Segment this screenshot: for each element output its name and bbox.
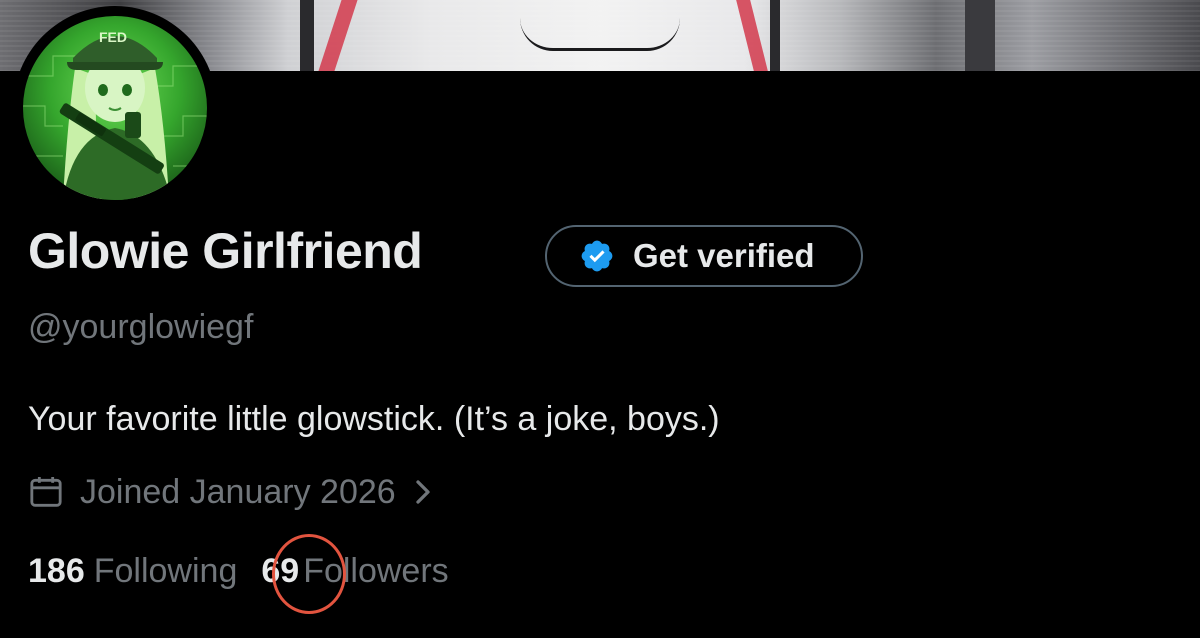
followers-label: Followers — [303, 552, 449, 590]
banner-smile — [520, 18, 680, 51]
following-count: 186 — [28, 552, 85, 590]
joined-date-text: Joined January 2026 — [80, 472, 396, 511]
verified-badge-icon — [581, 240, 613, 272]
avatar-illustration: FED — [23, 29, 207, 200]
banner-glitch-stripe — [318, 0, 358, 71]
calendar-icon — [30, 477, 62, 507]
user-handle: @yourglowiegf — [28, 308, 254, 346]
avatar-cap-text: FED — [99, 29, 127, 45]
joined-date[interactable]: Joined January 2026 — [26, 470, 434, 514]
profile-bio: Your favorite little glowstick. (It’s a … — [28, 400, 720, 438]
avatar[interactable]: FED — [13, 6, 217, 210]
banner-glitch-stripe — [770, 0, 780, 71]
following-label: Following — [93, 552, 238, 590]
followers-count: 69 — [261, 552, 300, 590]
followers-link[interactable]: 69 Followers — [261, 552, 448, 591]
get-verified-label: Get verified — [633, 237, 815, 274]
get-verified-button[interactable]: Get verified — [545, 225, 863, 287]
banner-glitch-stripe — [736, 0, 768, 71]
avatar-image: FED — [23, 16, 207, 200]
following-link[interactable]: 186 Following — [28, 552, 237, 591]
banner-glitch-stripe — [965, 0, 995, 71]
banner-glitch-stripe — [300, 0, 314, 71]
display-name: Glowie Girlfriend — [28, 223, 423, 279]
chevron-right-icon — [416, 480, 430, 504]
follow-stats: 186 Following 69 Followers — [28, 552, 449, 591]
